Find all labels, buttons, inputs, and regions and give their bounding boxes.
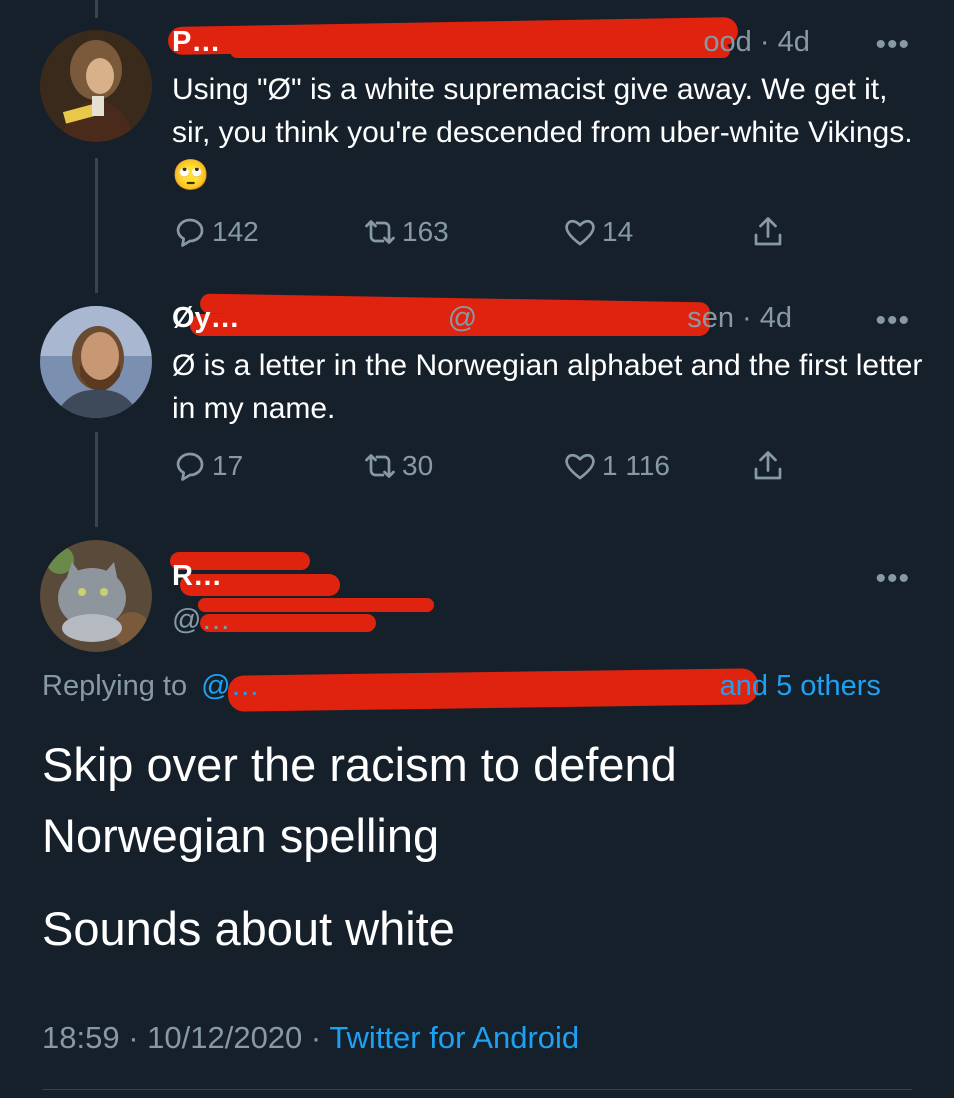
main-tweet-text-line: Norwegian spelling xyxy=(42,809,440,862)
share-button[interactable] xyxy=(750,448,790,484)
tweet-time[interactable]: · 4d xyxy=(760,26,810,58)
tweet-header: Øy… @ sen · 4d xyxy=(172,302,792,342)
reply-icon xyxy=(176,452,204,481)
retweet-count: 163 xyxy=(402,216,449,247)
replying-to: Replying to @… and 5 others xyxy=(42,670,881,703)
like-button[interactable]: 14 xyxy=(562,214,633,250)
tweet-text: Using "Ø" is a white supremacist give aw… xyxy=(172,73,913,192)
more-icon[interactable]: ••• xyxy=(875,28,910,62)
tweet-header: P… ood · 4d xyxy=(172,26,810,66)
main-tweet-text-line: Sounds about white xyxy=(42,902,455,955)
main-tweet-handle[interactable]: @… xyxy=(172,604,230,644)
divider xyxy=(42,1089,912,1090)
tweet-actions: 17 30 1 116 xyxy=(172,448,812,488)
display-name[interactable]: Øy… xyxy=(172,302,240,334)
replying-label: Replying to xyxy=(42,670,188,702)
replying-others-link[interactable]: and 5 others xyxy=(720,670,881,702)
heart-icon xyxy=(565,219,595,246)
handle[interactable]: ood xyxy=(703,26,751,58)
like-count: 14 xyxy=(602,216,634,247)
replying-handle-link[interactable]: @… xyxy=(201,670,259,702)
share-icon xyxy=(754,451,782,480)
main-tweet-text-line: Skip over the racism to defend xyxy=(42,738,677,791)
more-icon[interactable]: ••• xyxy=(875,562,910,596)
handle[interactable]: @ sen xyxy=(448,302,734,334)
tweet-time: 18:59 xyxy=(42,1020,120,1055)
tweet-text: Ø is a letter in the Norwegian alphabet … xyxy=(172,349,923,425)
display-name[interactable]: P… xyxy=(172,26,220,58)
more-icon[interactable]: ••• xyxy=(875,304,910,338)
display-name[interactable]: R… xyxy=(172,560,222,592)
reply-count: 142 xyxy=(212,216,259,247)
avatar[interactable] xyxy=(40,30,152,142)
tweet-date: 10/12/2020 xyxy=(147,1020,303,1055)
thread-line xyxy=(95,432,98,527)
redaction-mark xyxy=(198,598,434,612)
tweet-actions: 142 163 14 xyxy=(172,214,812,254)
avatar[interactable] xyxy=(40,540,152,652)
tweet-meta: 18:59 · 10/12/2020 · Twitter for Android xyxy=(42,1020,580,1055)
thread-line xyxy=(95,0,98,18)
share-icon xyxy=(754,217,782,246)
source-link[interactable]: Twitter for Android xyxy=(329,1020,579,1055)
retweet-button[interactable]: 163 xyxy=(362,214,449,250)
like-count: 1 116 xyxy=(602,450,670,481)
reply-button[interactable]: 142 xyxy=(172,214,259,250)
like-button[interactable]: 1 116 xyxy=(562,448,670,484)
share-button[interactable] xyxy=(750,214,790,250)
main-tweet-name: R… xyxy=(172,560,222,600)
reply-count: 17 xyxy=(212,450,244,481)
retweet-icon xyxy=(365,454,395,478)
thread-line xyxy=(95,158,98,293)
retweet-icon xyxy=(365,220,395,244)
heart-icon xyxy=(565,453,595,480)
avatar[interactable] xyxy=(40,306,152,418)
retweet-count: 30 xyxy=(402,450,434,481)
reply-icon xyxy=(176,218,204,247)
reply-button[interactable]: 17 xyxy=(172,448,243,484)
retweet-button[interactable]: 30 xyxy=(362,448,433,484)
tweet-time[interactable]: · 4d xyxy=(742,302,792,334)
